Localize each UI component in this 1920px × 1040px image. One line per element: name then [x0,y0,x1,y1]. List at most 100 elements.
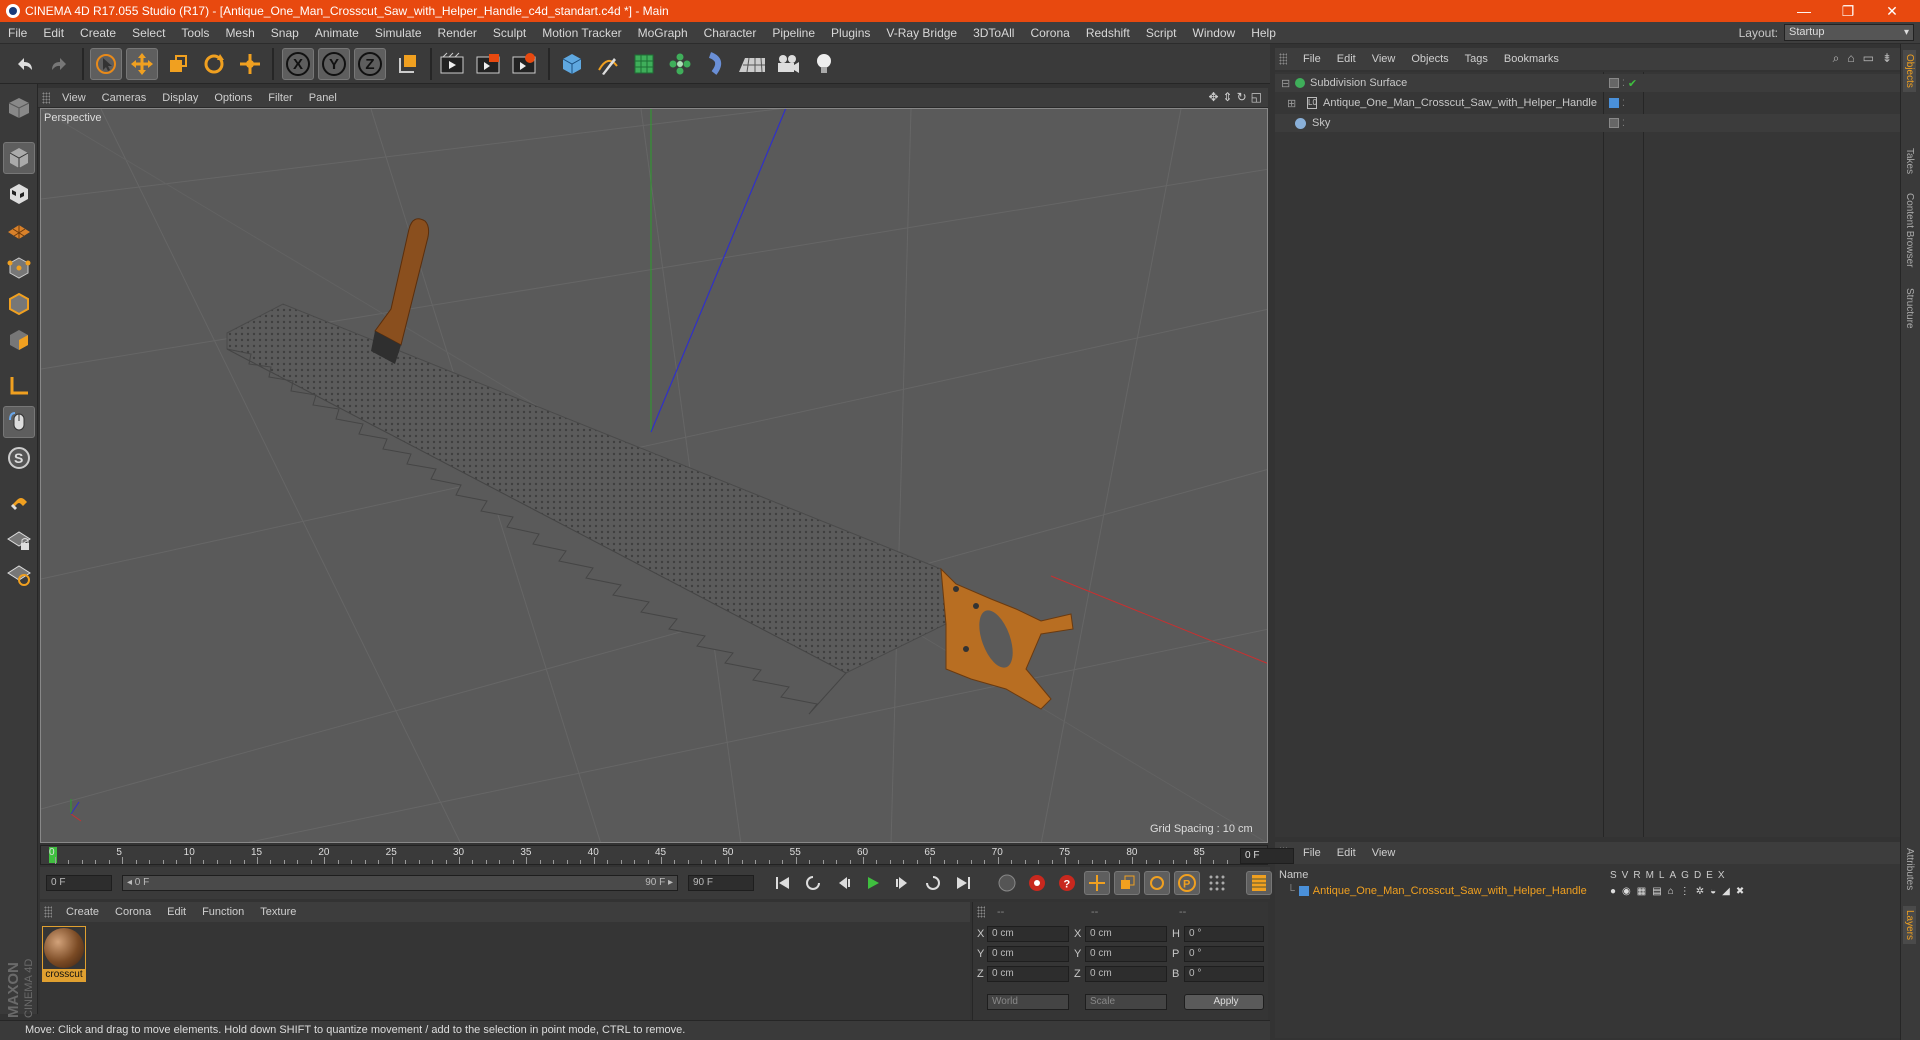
minimize-button[interactable]: — [1782,0,1826,22]
menu-file[interactable]: File [0,26,35,40]
tab-attributes[interactable]: Attributes [1903,844,1916,894]
object-row-sky[interactable]: Sky ⁚ [1275,114,1900,132]
search-icon[interactable]: ⌕ [1833,51,1840,66]
menu-vray-bridge[interactable]: V-Ray Bridge [878,26,965,40]
home-icon[interactable]: ⌂ [1847,51,1854,66]
planar-workplane-icon[interactable] [3,558,35,590]
goto-previous-key-icon[interactable] [800,871,826,895]
menu-script[interactable]: Script [1138,26,1185,40]
layer-menu-edit[interactable]: Edit [1329,847,1364,859]
render-toggle-icon[interactable]: ▦ [1637,886,1646,897]
camera-icon[interactable] [772,48,804,80]
layer-color-swatch[interactable] [1609,118,1619,128]
object-menu-objects[interactable]: Objects [1403,53,1456,65]
z-axis-lock-button[interactable]: Z [354,48,386,80]
enabled-check-icon[interactable]: ✔ [1628,77,1637,90]
max-time-field[interactable]: 90 F [688,875,754,891]
play-forward-icon[interactable] [860,871,886,895]
menu-help[interactable]: Help [1243,26,1284,40]
tab-content-browser[interactable]: Content Browser [1903,189,1916,271]
visibility-dots-icon[interactable]: ⁚ [1622,78,1625,89]
menu-pipeline[interactable]: Pipeline [764,26,823,40]
viewport-menu-panel[interactable]: Panel [301,92,345,104]
material-menu-texture[interactable]: Texture [252,906,304,918]
light-icon[interactable] [808,48,840,80]
object-name[interactable]: Sky [1312,117,1330,129]
timeline-window-icon[interactable] [1246,871,1272,895]
polygons-mode-icon[interactable] [3,324,35,356]
tab-objects[interactable]: Objects [1903,50,1916,92]
apply-button[interactable]: Apply [1184,994,1264,1010]
3d-viewport[interactable] [40,108,1268,843]
previous-frame-icon[interactable] [830,871,856,895]
record-active-objects-icon[interactable] [994,871,1020,895]
object-name[interactable]: Antique_One_Man_Crosscut_Saw_with_Helper… [1323,97,1597,109]
material-menu-create[interactable]: Create [58,906,107,918]
undo-icon[interactable] [8,48,40,80]
current-frame-field[interactable]: 0 F [1240,848,1294,864]
position-key-icon[interactable] [1084,871,1110,895]
menu-animate[interactable]: Animate [307,26,367,40]
object-menu-view[interactable]: View [1364,53,1404,65]
layer-row[interactable]: └ Antique_One_Man_Crosscut_Saw_with_Help… [1275,882,1900,900]
maximize-view-icon[interactable]: ◱ [1251,90,1262,104]
xref-toggle-icon[interactable]: ✖ [1736,886,1744,897]
object-name[interactable]: Subdivision Surface [1310,77,1407,89]
size-z-field[interactable]: 0 cm [1085,966,1167,982]
preview-range-slider[interactable]: ◂ 0 F 90 F ▸ [122,875,678,891]
y-axis-lock-button[interactable]: Y [318,48,350,80]
rotation-h-field[interactable]: 0 ° [1184,926,1264,942]
cube-icon[interactable] [556,48,588,80]
multi-tool-icon[interactable] [234,48,266,80]
menu-window[interactable]: Window [1185,26,1244,40]
scale-key-icon[interactable] [1114,871,1140,895]
point-level-animation-icon[interactable] [1204,871,1230,895]
menu-select[interactable]: Select [124,26,173,40]
menu-3dtoall[interactable]: 3DToAll [965,26,1022,40]
layer-menu-file[interactable]: File [1295,847,1329,859]
floor-icon[interactable] [736,48,768,80]
object-row-saw[interactable]: ⊞ L0 Antique_One_Man_Crosscut_Saw_with_H… [1275,94,1900,112]
pan-view-icon[interactable]: ✥ [1208,90,1218,104]
viewport-menu-view[interactable]: View [54,92,94,104]
min-time-field[interactable]: 0 F [46,875,112,891]
rotate-icon[interactable] [198,48,230,80]
parameter-key-icon[interactable]: P [1174,871,1200,895]
menu-snap[interactable]: Snap [263,26,307,40]
deformer-icon[interactable] [700,48,732,80]
menu-mograph[interactable]: MoGraph [630,26,696,40]
menu-simulate[interactable]: Simulate [367,26,430,40]
keyframe-selection-icon[interactable]: ? [1054,871,1080,895]
autokeying-icon[interactable] [1024,871,1050,895]
timeline-ruler[interactable]: 051015202530354045505560657075808590 [40,845,1272,865]
pen-spline-icon[interactable] [592,48,624,80]
material-item[interactable]: crosscut [42,926,86,982]
menu-tools[interactable]: Tools [173,26,217,40]
position-z-field[interactable]: 0 cm [987,966,1069,982]
viewport-menu-options[interactable]: Options [206,92,260,104]
panel-options-icon[interactable]: ⇟ [1882,51,1892,66]
coordinate-mode-select[interactable]: World [987,994,1069,1010]
object-menu-edit[interactable]: Edit [1329,53,1364,65]
tab-takes[interactable]: Takes [1903,144,1916,178]
new-window-icon[interactable]: ▭ [1863,51,1874,66]
tweak-mode-icon[interactable] [3,406,35,438]
view-toggle-icon[interactable]: ◉ [1622,886,1631,897]
snap-icon[interactable] [3,488,35,520]
points-mode-icon[interactable] [3,252,35,284]
menu-sculpt[interactable]: Sculpt [485,26,534,40]
axis-mode-icon[interactable] [3,370,35,402]
animation-toggle-icon[interactable]: ⋮ [1680,886,1690,897]
menu-redshift[interactable]: Redshift [1078,26,1138,40]
render-view-icon[interactable] [436,48,468,80]
menu-corona[interactable]: Corona [1022,26,1077,40]
object-menu-file[interactable]: File [1295,53,1329,65]
menu-character[interactable]: Character [696,26,765,40]
object-row-subdivision[interactable]: ⊟ Subdivision Surface ⁚ ✔ [1275,74,1900,92]
deformers-toggle-icon[interactable]: ◒ [1710,886,1716,897]
generators-toggle-icon[interactable]: ✲ [1696,886,1704,897]
move-icon[interactable] [126,48,158,80]
redo-icon[interactable] [44,48,76,80]
viewport-menu-cameras[interactable]: Cameras [94,92,155,104]
goto-start-icon[interactable] [770,871,796,895]
